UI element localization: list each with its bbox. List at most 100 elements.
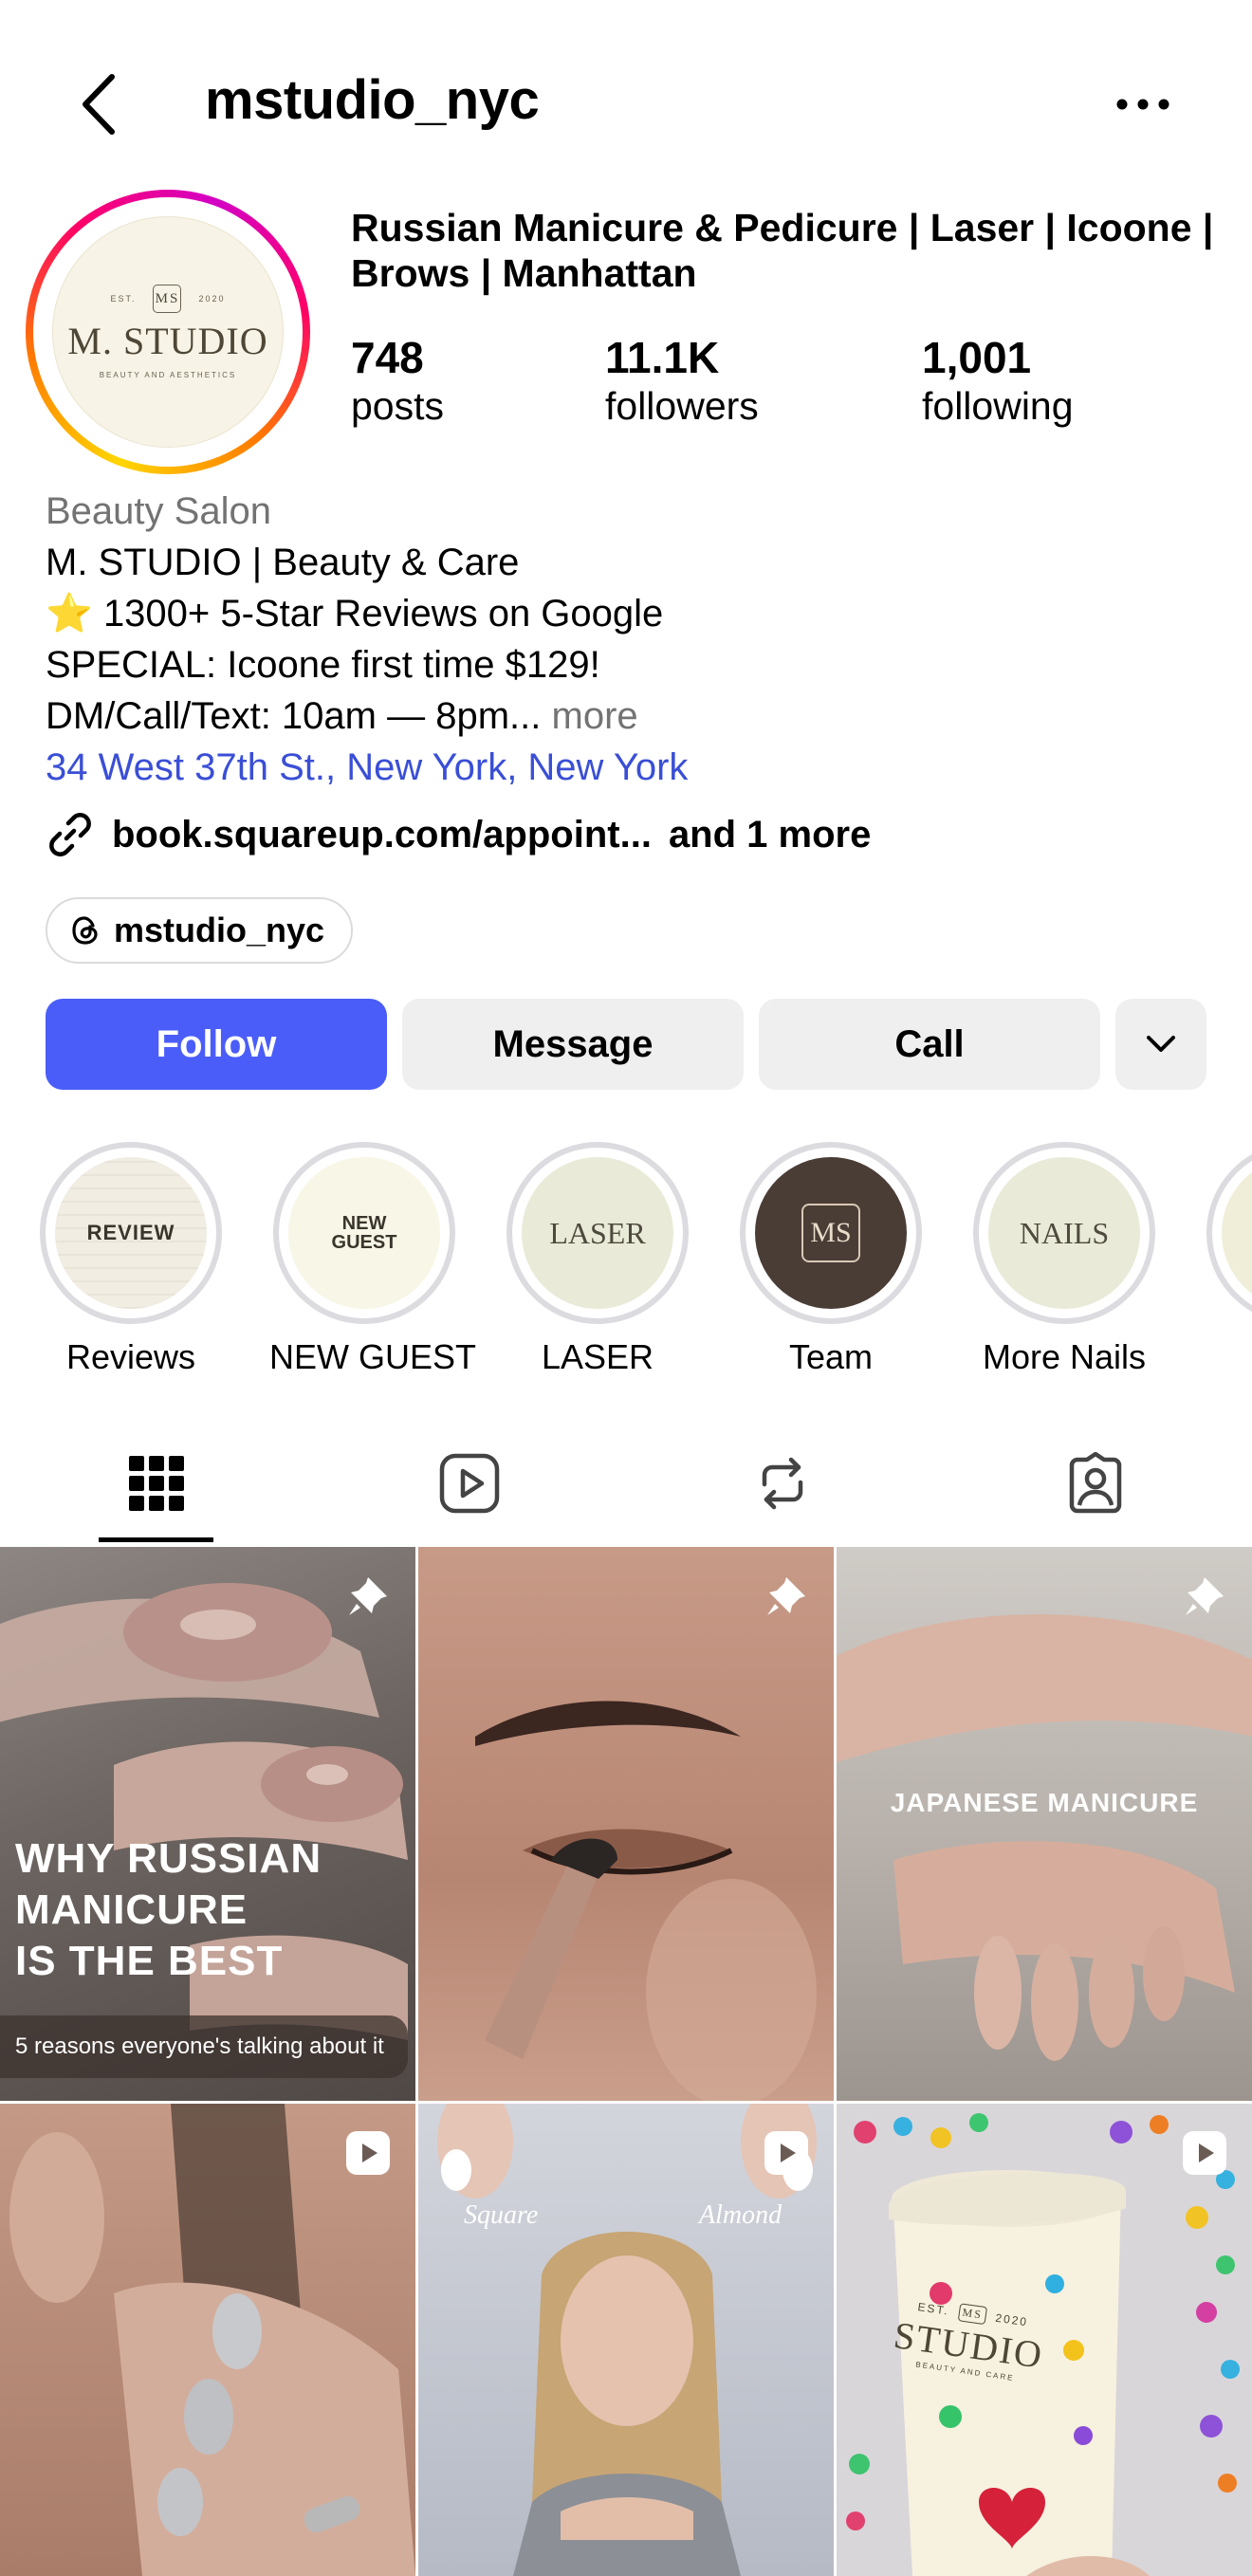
external-link-more: and 1 more <box>668 813 872 856</box>
highlight-label: Team <box>788 1337 874 1376</box>
post-title-line: IS THE BEST <box>15 1938 284 1984</box>
highlight-cover-text: NEW <box>341 1213 387 1234</box>
posts-stat[interactable]: 748 posts <box>351 332 444 429</box>
highlight-team[interactable]: MS Team <box>736 1138 926 1377</box>
highlight-label: NEW GUEST <box>269 1337 477 1376</box>
post-caption: 5 reasons everyone's talking about it <box>0 2015 408 2078</box>
post-tile[interactable]: WHY RUSSIAN MANICURE IS THE BEST 5 reaso… <box>0 1547 415 2101</box>
post-image <box>837 1614 1252 2061</box>
highlight-label: LASER <box>541 1337 654 1376</box>
post-tile[interactable]: EST. MS 2020 STUDIO BEAUTY AND CARE <box>837 2104 1252 2576</box>
back-button[interactable] <box>78 66 135 142</box>
posts-label: posts <box>351 384 444 428</box>
post-tile[interactable] <box>418 1547 834 2101</box>
tab-reels[interactable] <box>313 1423 626 1544</box>
bio-line-2: ⭐ 1300+ 5-Star Reviews on Google <box>46 588 1231 639</box>
followers-stat[interactable]: 11.1K followers <box>605 332 759 429</box>
highlight-pr[interactable]: PR <box>1203 1138 1252 1377</box>
avatar-year-label: 2020 <box>198 294 226 304</box>
post-tile[interactable]: JAPANESE MANICURE <box>837 1547 1252 2101</box>
post-label-right: Almond <box>699 2200 782 2230</box>
post-title: WHY RUSSIAN MANICURE IS THE BEST <box>15 1833 322 1987</box>
tagged-icon <box>1069 1452 1122 1514</box>
highlight-cover-text: GUEST <box>331 1232 397 1253</box>
reel-icon <box>764 2131 808 2175</box>
post-tile[interactable]: Square Almond <box>418 2104 834 2576</box>
highlight-cover-text: NAILS <box>1019 1215 1110 1250</box>
story-ring[interactable]: EST. MS 2020 M. STUDIO BEAUTY AND AESTHE… <box>26 190 310 474</box>
grid-icon <box>129 1456 184 1511</box>
link-icon <box>49 813 91 856</box>
tab-tagged[interactable] <box>939 1423 1252 1544</box>
post-title: JAPANESE MANICURE <box>890 1788 1199 1817</box>
pin-icon <box>349 1577 387 1615</box>
reel-icon <box>346 2131 390 2175</box>
post-label-left: Square <box>464 2200 539 2230</box>
post-title-line: WHY RUSSIAN <box>15 1835 322 1882</box>
profile-full-name: Russian Manicure & Pedicure | Laser | Ic… <box>351 206 1214 295</box>
highlight-new-guest[interactable]: NEW GUEST NEW GUEST <box>269 1138 477 1377</box>
post-tile[interactable] <box>0 2104 415 2576</box>
profile-tabs <box>0 1423 1252 1544</box>
reels-icon <box>439 1453 500 1514</box>
highlight-label: Reviews <box>65 1337 196 1376</box>
highlight-label: More Nails <box>982 1337 1147 1376</box>
chevron-down-icon <box>1147 1036 1175 1052</box>
call-button[interactable]: Call <box>759 999 1100 1090</box>
threads-icon <box>72 916 98 945</box>
category-label: Beauty Salon <box>46 490 271 532</box>
highlight-cover-text: MS <box>801 1204 860 1262</box>
external-link[interactable]: book.squareup.com/appoint... and 1 more <box>46 806 871 863</box>
cup-year-label: 2020 <box>994 2310 1029 2328</box>
posts-grid: WHY RUSSIAN MANICURE IS THE BEST 5 reaso… <box>0 1547 1252 2576</box>
profile-actions: Follow Message Call <box>46 999 1206 1090</box>
story-highlights: REVIEW Reviews NEW GUEST NEW GUEST LASER… <box>0 1138 1252 1385</box>
reel-icon <box>1183 2131 1226 2175</box>
bio-line-1: M. STUDIO | Beauty & Care <box>46 542 520 583</box>
bio-more-link[interactable]: more <box>552 695 638 737</box>
highlight-laser[interactable]: LASER LASER <box>503 1138 692 1377</box>
post-title-line: MANICURE <box>15 1886 249 1933</box>
bio-line-4: DM/Call/Text: 10am — 8pm... more <box>46 690 1231 742</box>
following-label: following <box>922 384 1074 428</box>
address-link[interactable]: 34 West 37th St., New York, New York <box>46 742 1231 793</box>
top-bar: mstudio_nyc <box>0 0 1252 190</box>
following-count: 1,001 <box>922 333 1032 382</box>
chevron-left-icon <box>83 74 115 135</box>
avatar-est-label: EST. <box>110 294 137 304</box>
profile-username: mstudio_nyc <box>205 69 540 131</box>
star-icon: ⭐ <box>46 593 93 635</box>
threads-chip[interactable]: mstudio_nyc <box>46 897 354 964</box>
highlight-cover-text: LASER <box>549 1215 646 1250</box>
message-button[interactable]: Message <box>402 999 744 1090</box>
tab-reposts[interactable] <box>626 1423 939 1544</box>
posts-count: 748 <box>351 333 424 382</box>
following-stat[interactable]: 1,001 following <box>922 332 1074 429</box>
post-image <box>475 1701 817 2101</box>
bio: Beauty Salon M. STUDIO | Beauty & Care ⭐… <box>46 486 1231 793</box>
avatar-logo-text: M. STUDIO <box>67 320 268 362</box>
bio-line-3: SPECIAL: Icoone first time $129! <box>46 644 600 686</box>
more-options-button[interactable] <box>1110 76 1176 133</box>
cup-est-label: EST. <box>916 2299 950 2318</box>
ellipsis-icon <box>1116 99 1169 110</box>
active-tab-indicator <box>99 1537 213 1542</box>
avatar: EST. MS 2020 M. STUDIO BEAUTY AND AESTHE… <box>52 216 284 448</box>
followers-count: 11.1K <box>605 333 720 382</box>
highlight-more-nails[interactable]: NAILS More Nails <box>969 1138 1159 1377</box>
highlight-reviews[interactable]: REVIEW Reviews <box>36 1138 226 1377</box>
bio-line-4-text: DM/Call/Text: 10am — 8pm... <box>46 695 542 737</box>
avatar-tagline: BEAUTY AND AESTHETICS <box>99 371 237 379</box>
bio-line-2-text: 1300+ 5-Star Reviews on Google <box>102 593 664 635</box>
threads-handle: mstudio_nyc <box>114 911 325 949</box>
tab-grid[interactable] <box>0 1423 313 1544</box>
suggested-accounts-button[interactable] <box>1115 999 1206 1090</box>
pin-icon <box>767 1577 805 1615</box>
external-link-text: book.squareup.com/appoint... <box>112 813 652 856</box>
pin-icon <box>1186 1577 1224 1615</box>
avatar-monogram: MS <box>153 285 182 313</box>
highlight-cover-text: REVIEW <box>86 1221 175 1244</box>
highlight-label: PR <box>1203 1337 1252 1377</box>
repost-icon <box>762 1457 803 1510</box>
follow-button[interactable]: Follow <box>46 999 387 1090</box>
